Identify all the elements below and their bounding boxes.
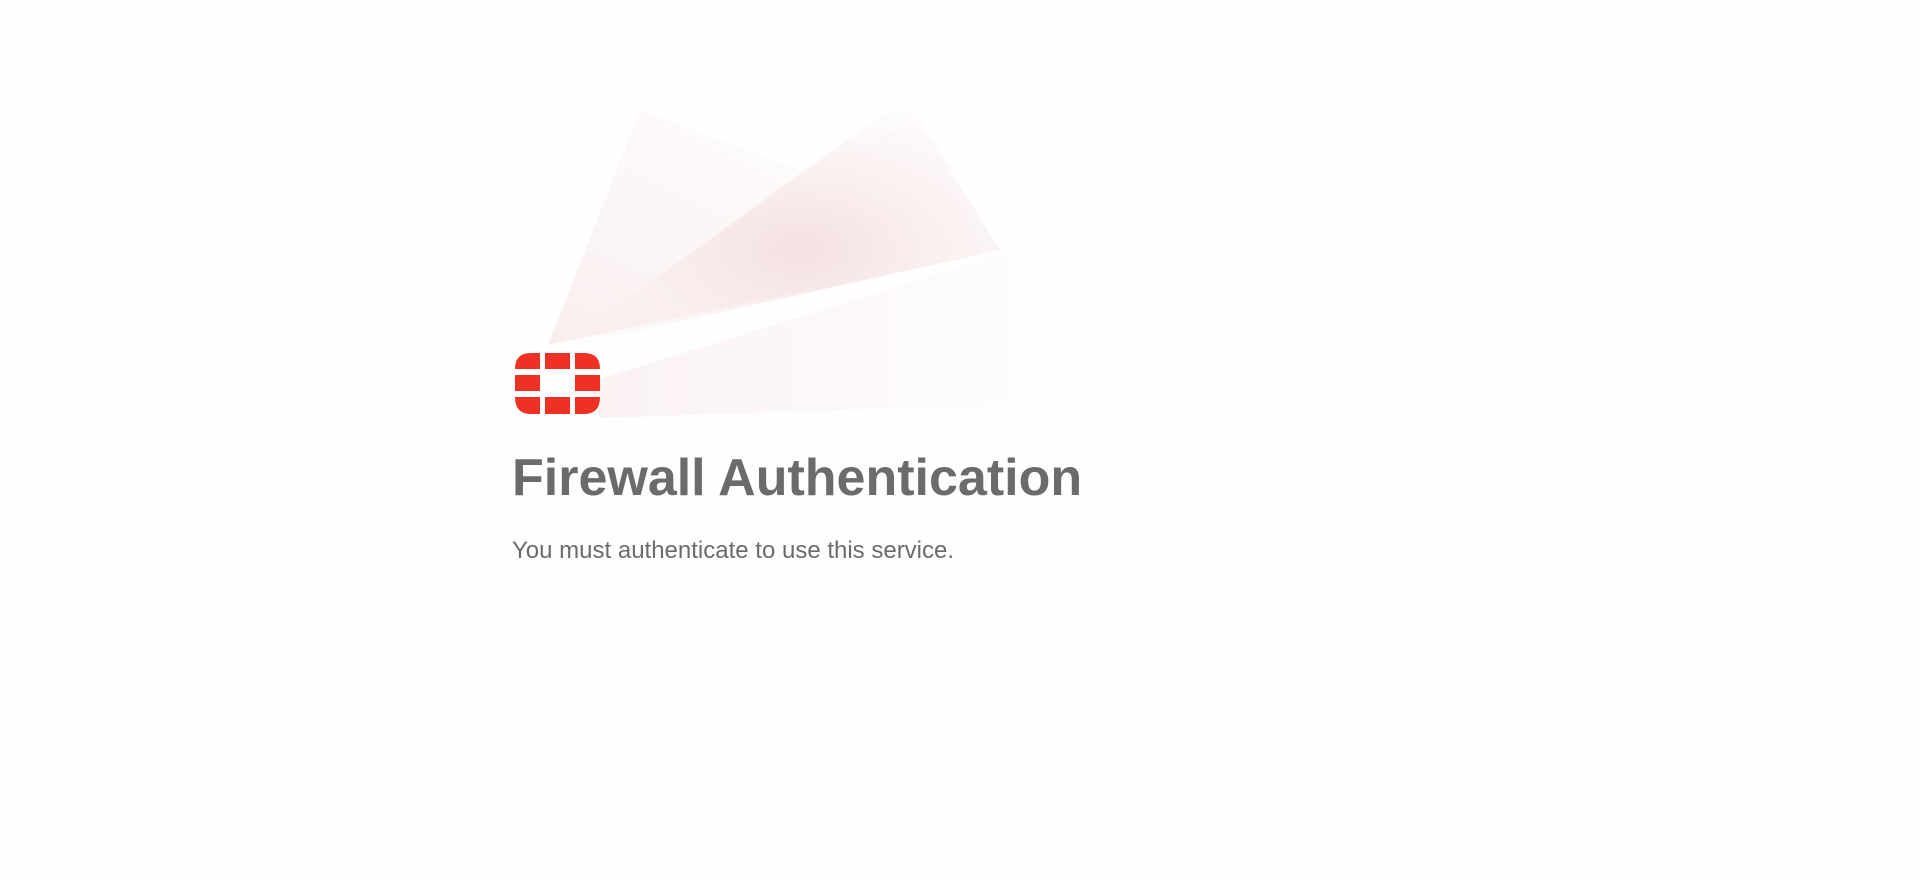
fortinet-logo-icon [515, 353, 600, 414]
page-title: Firewall Authentication [512, 449, 1083, 507]
auth-message: You must authenticate to use this servic… [512, 537, 955, 564]
decorative-rays [548, 98, 1150, 418]
auth-page: Firewall Authentication You must authent… [0, 0, 1920, 880]
